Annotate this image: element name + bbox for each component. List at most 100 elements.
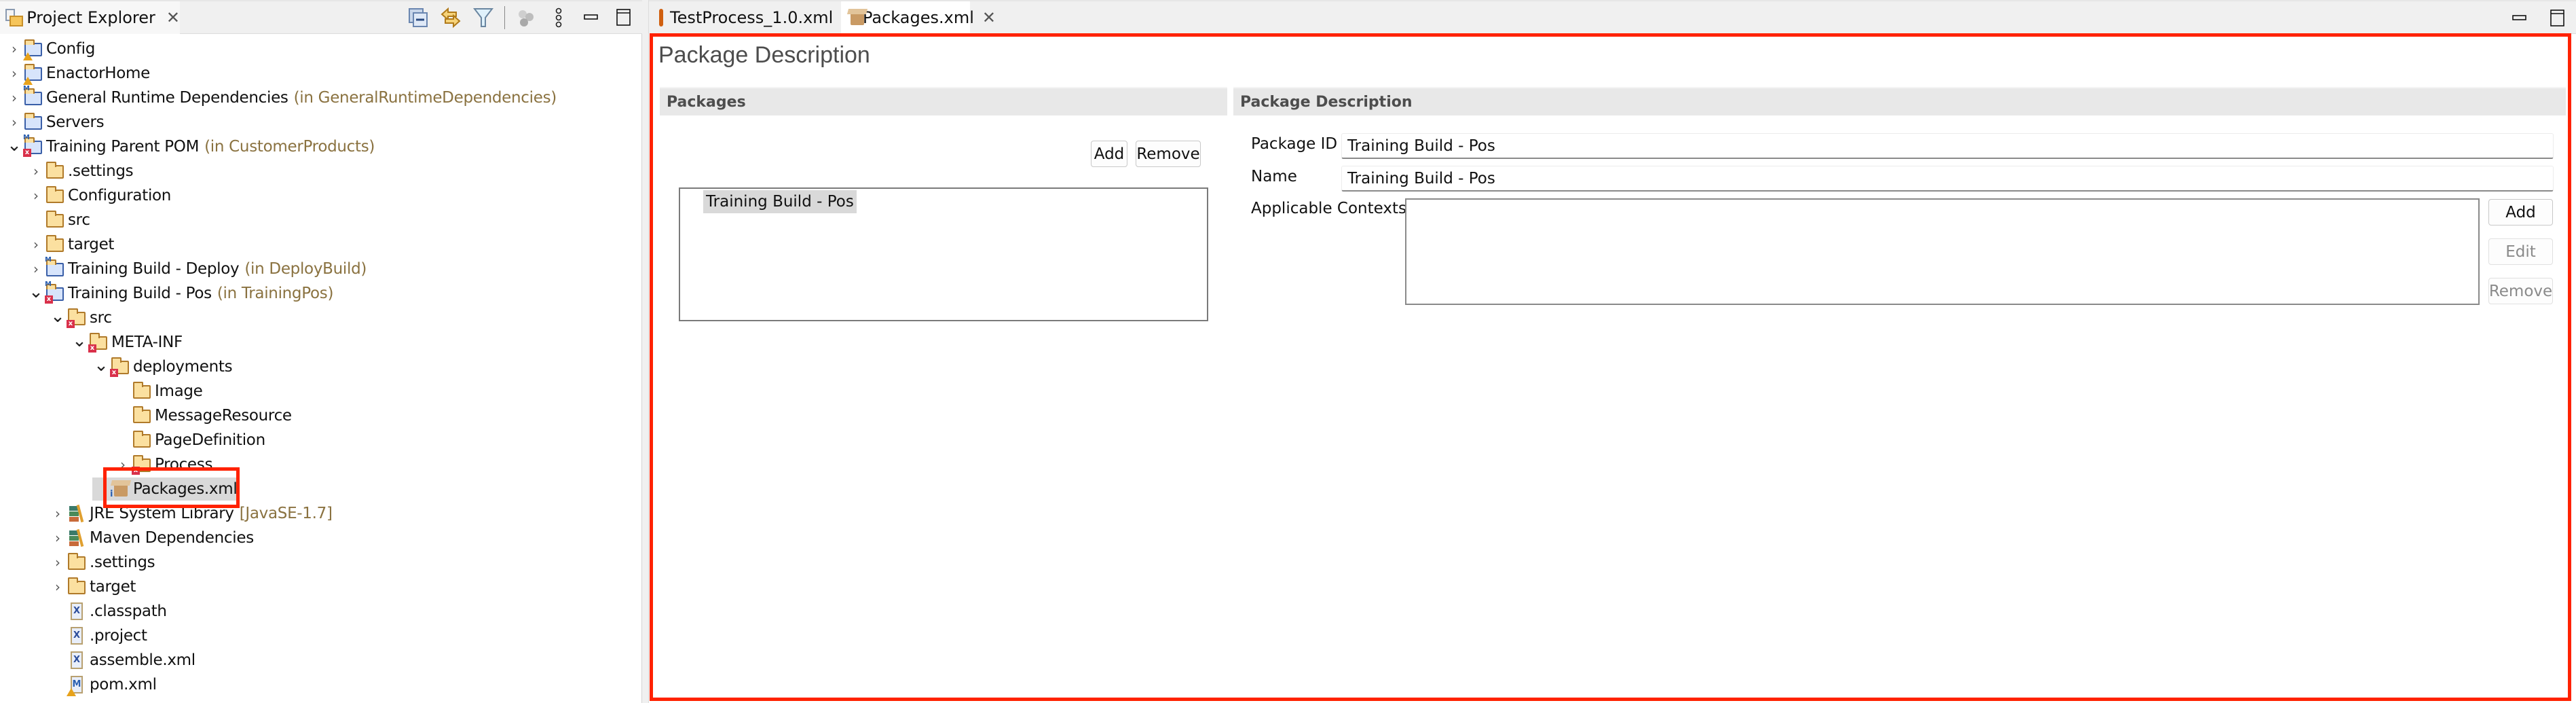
view-menu-icon[interactable]	[547, 6, 570, 29]
folder-icon: x	[88, 332, 109, 353]
panel-sash[interactable]	[642, 0, 649, 703]
applicable-contexts-list[interactable]	[1405, 198, 2480, 305]
edit-context-button[interactable]: Edit	[2488, 238, 2553, 265]
tree-item[interactable]: X .classpath	[49, 600, 167, 623]
folder-icon	[67, 577, 87, 597]
name-field[interactable]	[1341, 166, 2554, 192]
chevron-right-icon[interactable]: ›	[5, 62, 23, 85]
tree-item[interactable]: ⌄ x src	[49, 306, 112, 329]
tree-item[interactable]: › target	[27, 233, 114, 256]
tree-item[interactable]: MessageResource	[114, 404, 292, 427]
tree-item[interactable]: › target	[49, 575, 136, 598]
chevron-down-icon[interactable]: ⌄	[5, 135, 23, 158]
remove-context-button[interactable]: Remove	[2488, 278, 2553, 304]
tree-item[interactable]: ⌄ x META-INF	[71, 331, 183, 354]
chevron-down-icon[interactable]: ⌄	[71, 331, 88, 354]
library-icon	[67, 528, 87, 548]
chevron-down-icon[interactable]: ⌄	[92, 355, 110, 378]
chevron-right-icon[interactable]: ›	[5, 86, 23, 109]
library-icon	[67, 503, 87, 524]
form-title: Package Description	[658, 42, 870, 68]
tree-item-label: PageDefinition	[155, 431, 265, 449]
chevron-right-icon[interactable]: ›	[5, 37, 23, 60]
working-sets-icon[interactable]	[515, 6, 538, 29]
tab-project-explorer[interactable]: Project Explorer ✕	[0, 1, 180, 34]
editor-toolbar	[2508, 7, 2569, 30]
tab-testprocess[interactable]: TestProcess_1.0.xml	[652, 1, 833, 34]
tree-item-label: .settings	[90, 554, 155, 571]
maven-project-icon: M	[45, 256, 65, 279]
chevron-right-icon[interactable]: ›	[27, 184, 45, 207]
tree-item[interactable]: PageDefinition	[114, 429, 265, 452]
minimize-icon[interactable]	[580, 6, 603, 29]
maven-project-icon: M	[23, 85, 43, 108]
tree-item-label: Training Build - Pos	[68, 285, 212, 302]
tree-item[interactable]: Image	[114, 380, 203, 403]
chevron-right-icon[interactable]: ›	[27, 233, 45, 256]
filter-icon[interactable]	[472, 6, 495, 29]
close-icon[interactable]: ✕	[982, 8, 996, 27]
maven-project-icon: Mx	[23, 134, 43, 157]
tree-item[interactable]: › Maven Dependencies	[49, 526, 254, 549]
close-icon[interactable]: ✕	[166, 8, 180, 27]
link-with-editor-icon[interactable]	[439, 6, 462, 29]
tree-item[interactable]: › EnactorHome	[5, 62, 150, 85]
folder-icon	[132, 405, 152, 426]
packages-section-header[interactable]: Packages	[660, 87, 1227, 115]
maximize-icon[interactable]	[2546, 7, 2569, 30]
chevron-right-icon[interactable]: ›	[5, 111, 23, 134]
tree-item[interactable]: ⌄ Mx Training Build - Pos (in TrainingPos)	[27, 281, 334, 305]
project-explorer-icon	[4, 7, 23, 28]
tree-item[interactable]: src	[27, 209, 90, 232]
tree-item-label: src	[68, 211, 90, 229]
tree-item[interactable]: Mpom.xml	[49, 673, 157, 696]
chevron-right-icon[interactable]: ›	[27, 257, 45, 281]
project-folder-icon	[23, 112, 43, 132]
collapse-all-icon[interactable]	[407, 6, 430, 29]
folder-icon: x	[110, 357, 130, 377]
tree-item-label: pom.xml	[90, 676, 157, 693]
package-id-field[interactable]	[1341, 133, 2554, 159]
name-label: Name	[1251, 168, 1297, 185]
maximize-icon[interactable]	[612, 6, 635, 29]
tree-item-label: src	[90, 309, 112, 327]
xml-file-icon: X	[67, 650, 87, 670]
tree-item-label: General Runtime Dependencies	[46, 89, 288, 107]
folder-icon	[67, 552, 87, 573]
packages-list[interactable]: Training Build - Pos	[679, 187, 1208, 321]
package-description-section-header[interactable]: Package Description	[1233, 87, 2566, 115]
tree-item[interactable]: › .settings	[49, 551, 155, 574]
tree-item[interactable]: › Configuration	[27, 184, 171, 207]
list-item[interactable]: Training Build - Pos	[703, 190, 857, 213]
add-context-button[interactable]: Add	[2488, 199, 2553, 226]
folder-icon	[45, 185, 65, 206]
chevron-right-icon[interactable]: ›	[49, 575, 67, 598]
chevron-down-icon[interactable]: ⌄	[27, 282, 45, 305]
tree-item-label: Configuration	[68, 187, 172, 204]
tree-item[interactable]: › M General Runtime Dependencies (in Genera…	[5, 85, 557, 109]
tree-item-label: MessageResource	[155, 407, 292, 425]
tree-item[interactable]: › Config	[5, 37, 95, 60]
tree-item[interactable]: › Servers	[5, 111, 105, 134]
chevron-right-icon[interactable]: ›	[49, 551, 67, 574]
tree-item[interactable]: › .settings	[27, 160, 134, 183]
tree-item[interactable]: Xassemble.xml	[49, 649, 195, 672]
tree-item[interactable]: › M Training Build - Deploy (in DeployBuild…	[27, 256, 367, 281]
add-package-button[interactable]: Add	[1091, 141, 1127, 167]
chevron-right-icon[interactable]: ›	[49, 526, 67, 549]
tree-item[interactable]: X .project	[49, 624, 147, 647]
tree-item-decoration: (in TrainingPos)	[217, 285, 334, 302]
minimize-icon[interactable]	[2508, 7, 2531, 30]
chevron-right-icon[interactable]: ›	[27, 160, 45, 183]
remove-package-button[interactable]: Remove	[1136, 141, 1201, 167]
tree-item[interactable]: ⌄ x deployments	[92, 355, 233, 378]
chevron-down-icon[interactable]: ⌄	[49, 306, 67, 329]
tree-item[interactable]: ⌄ Mx Training Parent POM (in CustomerProduc…	[5, 134, 375, 158]
chevron-right-icon[interactable]: ›	[49, 502, 67, 525]
section-title: Package Description	[1240, 93, 1413, 111]
tab-packages-xml[interactable]: *Packages.xml ✕	[841, 1, 996, 34]
